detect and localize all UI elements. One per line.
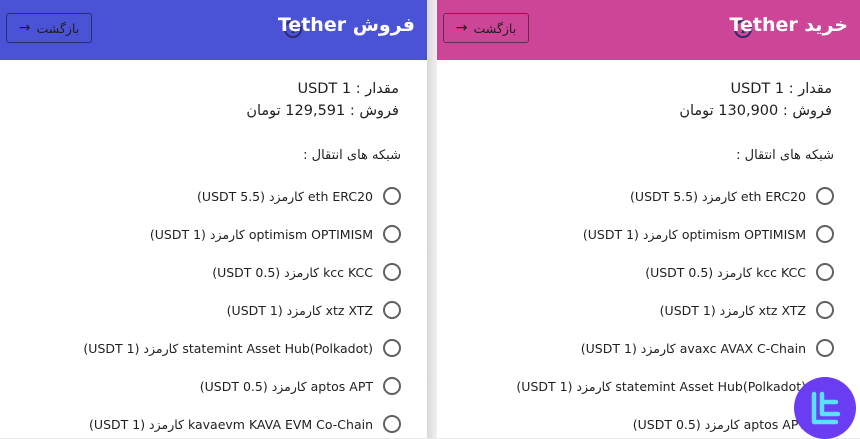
network-label: aptos APT کارمزد (USDT 0.5) xyxy=(199,378,373,394)
brand-logo xyxy=(794,377,856,439)
radio-icon[interactable] xyxy=(816,225,834,243)
network-label: statemint Asset Hub(Polkadot) کارمزد (US… xyxy=(516,378,806,394)
network-option[interactable]: statemint Asset Hub(Polkadot) کارمزد (US… xyxy=(516,376,834,396)
page-title: خرید Tether xyxy=(729,14,848,36)
price-line: فروش : 130,900 تومان xyxy=(679,103,832,119)
radio-icon[interactable] xyxy=(816,301,834,319)
back-label: بازگشت xyxy=(36,20,80,36)
radio-icon[interactable] xyxy=(383,187,401,205)
network-option[interactable]: eth ERC20 کارمزد (USDT 5.5) xyxy=(197,186,401,206)
arrow-right-icon: → xyxy=(455,20,468,36)
buy-header: بازگشت → i خرید Tether xyxy=(437,0,860,60)
panel-divider xyxy=(427,0,437,438)
network-label: xtz XTZ کارمزد (USDT 1) xyxy=(659,302,806,318)
trade-summary: مقدار : USDT 1 فروش : 129,591 تومان xyxy=(246,78,399,122)
network-label: aptos APT کارمزد (USDT 0.5) xyxy=(632,416,806,432)
radio-icon[interactable] xyxy=(383,415,401,433)
network-label: kavaevm KAVA EVM Co-Chain کارمزد (USDT 1… xyxy=(89,416,373,432)
logo-mark-icon xyxy=(811,391,841,425)
network-label: xtz XTZ کارمزد (USDT 1) xyxy=(226,302,373,318)
buy-panel: بازگشت → i خرید Tether مقدار : USDT 1 فر… xyxy=(437,0,860,438)
radio-icon[interactable] xyxy=(383,377,401,395)
page-title: فروش Tether xyxy=(277,14,415,36)
networks-label: شبکه های انتقال : xyxy=(736,148,834,163)
network-label: eth ERC20 کارمزد (USDT 5.5) xyxy=(630,188,806,204)
network-label: kcc KCC کارمزد (USDT 0.5) xyxy=(645,264,806,280)
network-label: kcc KCC کارمزد (USDT 0.5) xyxy=(212,264,373,280)
network-option[interactable]: optimism OPTIMISM کارمزد (USDT 1) xyxy=(583,224,834,244)
sell-panel: بازگشت → i فروش Tether مقدار : USDT 1 فر… xyxy=(0,0,427,438)
network-option[interactable]: eth ERC20 کارمزد (USDT 5.5) xyxy=(630,186,834,206)
amount-line: مقدار : USDT 1 xyxy=(297,81,399,97)
network-option[interactable]: statemint Asset Hub(Polkadot) کارمزد (US… xyxy=(83,338,401,358)
network-option[interactable]: kcc KCC کارمزد (USDT 0.5) xyxy=(645,262,834,282)
trade-summary: مقدار : USDT 1 فروش : 130,900 تومان xyxy=(679,78,832,122)
radio-icon[interactable] xyxy=(816,187,834,205)
radio-icon[interactable] xyxy=(383,301,401,319)
sell-header: بازگشت → i فروش Tether xyxy=(0,0,427,60)
sell-back-button[interactable]: بازگشت → xyxy=(6,13,92,43)
network-option[interactable]: kcc KCC کارمزد (USDT 0.5) xyxy=(212,262,401,282)
network-option[interactable]: kavaevm KAVA EVM Co-Chain کارمزد (USDT 1… xyxy=(89,414,401,434)
radio-icon[interactable] xyxy=(383,339,401,357)
network-label: optimism OPTIMISM کارمزد (USDT 1) xyxy=(149,226,373,242)
back-label: بازگشت xyxy=(473,20,517,36)
radio-icon[interactable] xyxy=(816,339,834,357)
network-label: statemint Asset Hub(Polkadot) کارمزد (US… xyxy=(83,340,373,356)
network-option[interactable]: avaxc AVAX C-Chain کارمزد (USDT 1) xyxy=(581,338,834,358)
radio-icon[interactable] xyxy=(816,263,834,281)
network-option[interactable]: xtz XTZ کارمزد (USDT 1) xyxy=(660,300,834,320)
radio-icon[interactable] xyxy=(383,225,401,243)
network-label: avaxc AVAX C-Chain کارمزد (USDT 1) xyxy=(580,340,806,356)
price-line: فروش : 129,591 تومان xyxy=(246,103,399,119)
network-option[interactable]: aptos APT کارمزد (USDT 0.5) xyxy=(200,376,401,396)
network-label: optimism OPTIMISM کارمزد (USDT 1) xyxy=(582,226,806,242)
network-option[interactable]: optimism OPTIMISM کارمزد (USDT 1) xyxy=(150,224,401,244)
amount-line: مقدار : USDT 1 xyxy=(730,81,832,97)
radio-icon[interactable] xyxy=(383,263,401,281)
networks-label: شبکه های انتقال : xyxy=(303,148,401,163)
arrow-right-icon: → xyxy=(18,20,31,36)
network-option[interactable]: xtz XTZ کارمزد (USDT 1) xyxy=(227,300,401,320)
network-label: eth ERC20 کارمزد (USDT 5.5) xyxy=(197,188,373,204)
buy-back-button[interactable]: بازگشت → xyxy=(443,13,529,43)
